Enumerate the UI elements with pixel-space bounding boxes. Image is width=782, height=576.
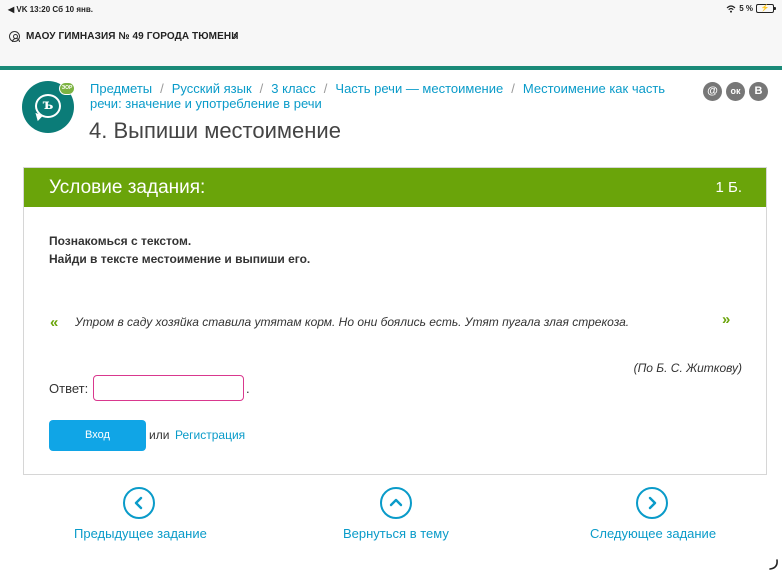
chevron-right-icon[interactable]: ›	[233, 28, 237, 43]
breadcrumb-separator: /	[259, 81, 264, 96]
status-bar: ◀ VK 13:20 Сб 10 янв. 5 % ⚡	[0, 0, 782, 20]
status-bar-left: ◀ VK 13:20 Сб 10 янв.	[8, 5, 93, 14]
logo-bubble-tail	[33, 112, 43, 123]
task-condition-label: Условие задания:	[49, 177, 206, 198]
prev-task-icon[interactable]	[123, 487, 155, 519]
battery-percent: 5 %	[739, 4, 753, 13]
quote-close-icon: »	[722, 311, 730, 328]
prev-task-link[interactable]: Предыдущее задание	[74, 526, 207, 541]
quote-text: Утром в саду хозяйка ставила утятам корм…	[75, 315, 630, 329]
task-card-header: Условие задания: 1 Б.	[24, 168, 766, 207]
school-bar[interactable]: МАОУ ГИМНАЗИЯ № 49 ГОРОДА ТЮМЕНИ ›	[0, 20, 782, 66]
battery-icon: ⚡	[756, 4, 776, 13]
resize-corner-icon	[769, 559, 778, 570]
next-task-icon[interactable]	[636, 487, 668, 519]
breadcrumb-separator: /	[511, 81, 515, 96]
status-bar-right: 5 % ⚡	[726, 4, 776, 13]
page-title: 4. Выпиши местоимение	[89, 118, 341, 143]
back-to-topic-link[interactable]: Вернуться в тему	[343, 526, 449, 541]
answer-label: Ответ:	[49, 381, 89, 396]
task-points: 1 Б.	[715, 179, 742, 196]
breadcrumb: Предметы / Русский язык / 3 класс / Часть речи…	[90, 81, 690, 111]
answer-input[interactable]	[93, 375, 244, 401]
site-logo[interactable]: ъ ЭОР	[22, 81, 75, 133]
header-divider	[0, 66, 782, 70]
or-text: или	[149, 428, 170, 442]
breadcrumb-separator: /	[160, 81, 164, 96]
answer-suffix: .	[246, 381, 250, 396]
school-name[interactable]: МАОУ ГИМНАЗИЯ № 49 ГОРОДА ТЮМЕНИ	[26, 31, 238, 42]
mail-share-icon[interactable]: @	[703, 82, 722, 101]
instruction-line-2: Найди в тексте местоимение и выпиши его.	[49, 252, 311, 266]
breadcrumb-item-topic[interactable]: Часть речи — местоимение	[335, 81, 503, 96]
odnoklassniki-share-icon[interactable]: ок	[726, 82, 745, 101]
breadcrumb-item-subjects[interactable]: Предметы	[90, 81, 152, 96]
breadcrumb-separator: /	[323, 81, 328, 96]
back-to-topic-icon[interactable]	[380, 487, 412, 519]
quote-open-icon: «	[50, 314, 58, 331]
breadcrumb-item-russian[interactable]: Русский язык	[172, 81, 252, 96]
next-task-link[interactable]: Следующее задание	[590, 526, 716, 541]
logo-badge: ЭОР	[59, 82, 75, 95]
instruction-line-1: Познакомься с текстом.	[49, 234, 192, 248]
breadcrumb-item-grade[interactable]: 3 класс	[271, 81, 316, 96]
register-link[interactable]: Регистрация	[175, 428, 245, 442]
task-card: Условие задания: 1 Б. Познакомься с текс…	[23, 167, 767, 475]
quote-author: (По Б. С. Житкову)	[633, 361, 742, 375]
wifi-icon	[726, 4, 736, 13]
login-button[interactable]: Вход	[49, 420, 146, 451]
vk-share-icon[interactable]: В	[749, 82, 768, 101]
person-icon	[9, 31, 20, 42]
